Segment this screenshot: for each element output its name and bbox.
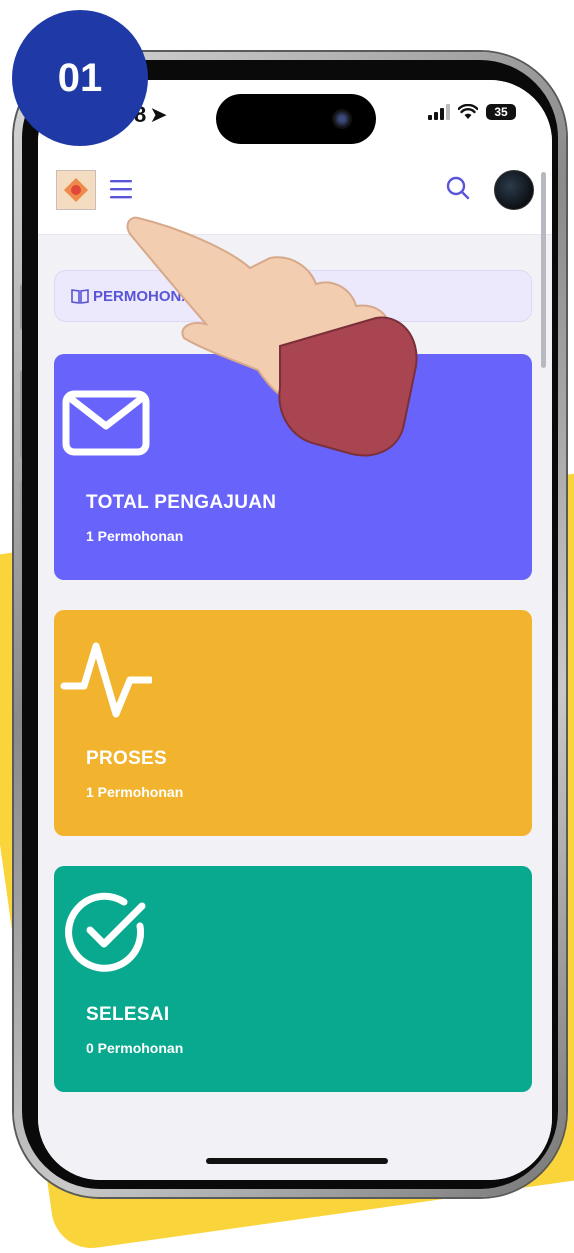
dynamic-island	[216, 94, 376, 144]
card-count: 0 Permohonan	[86, 1040, 184, 1056]
app-logo[interactable]	[56, 170, 96, 210]
card-proses[interactable]: PROSES 1 Permohonan	[54, 610, 532, 836]
card-title: SELESAI	[86, 1004, 170, 1025]
card-count: 1 Permohonan	[86, 784, 184, 800]
status-icons: 35	[428, 104, 516, 120]
home-indicator[interactable]	[206, 1158, 388, 1164]
camera-icon	[332, 109, 352, 129]
pointing-hand-icon	[126, 216, 418, 457]
wifi-icon	[458, 104, 478, 119]
search-icon[interactable]	[444, 174, 472, 202]
menu-icon[interactable]	[110, 178, 136, 200]
avatar[interactable]	[494, 170, 534, 210]
logo-icon	[57, 171, 95, 209]
card-title: PROSES	[86, 748, 167, 769]
card-count: 1 Permohonan	[86, 528, 184, 544]
battery-icon: 35	[486, 104, 516, 120]
book-icon	[71, 289, 89, 304]
check-circle-icon	[65, 892, 146, 972]
activity-icon	[60, 642, 152, 718]
battery-level: 35	[494, 105, 508, 119]
signal-icon	[428, 104, 450, 120]
card-title: TOTAL PENGAJUAN	[86, 492, 277, 513]
step-badge: 01	[12, 10, 148, 146]
scrollbar[interactable]	[541, 172, 546, 368]
card-selesai[interactable]: SELESAI 0 Permohonan	[54, 866, 532, 1092]
location-arrow-icon: ➤	[149, 102, 168, 127]
bottom-safe-area	[38, 1110, 552, 1180]
